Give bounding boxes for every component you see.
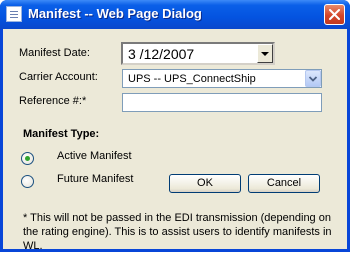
close-button[interactable] [324, 4, 345, 25]
title-bar[interactable]: Manifest -- Web Page Dialog [0, 0, 350, 29]
reference-label: Reference #:* [19, 95, 87, 107]
carrier-account-select[interactable]: UPS -- UPS_ConnectShip [122, 69, 322, 88]
active-manifest-radio[interactable] [21, 152, 34, 165]
carrier-account-label: Carrier Account: [19, 71, 98, 83]
manifest-date-label: Manifest Date: [19, 47, 90, 59]
future-manifest-label: Future Manifest [57, 173, 134, 185]
window-title: Manifest -- Web Page Dialog [28, 6, 202, 21]
reference-input[interactable] [122, 93, 322, 112]
carrier-dropdown-button[interactable] [305, 70, 321, 87]
dialog-body: Manifest Date: 3 /12/2007 Carrier Accoun… [3, 29, 347, 252]
date-dropdown-button[interactable] [257, 44, 273, 63]
chevron-down-icon [261, 52, 269, 56]
carrier-account-value: UPS -- UPS_ConnectShip [128, 72, 256, 85]
close-icon [329, 9, 340, 20]
ok-button[interactable]: OK [169, 174, 241, 193]
active-manifest-label: Active Manifest [57, 150, 132, 162]
manifest-date-picker[interactable]: 3 /12/2007 [121, 42, 275, 65]
chevron-down-icon [308, 76, 318, 82]
manifest-type-heading: Manifest Type: [23, 128, 100, 140]
footnote: * This will not be passed in the EDI tra… [23, 212, 332, 252]
manifest-date-value: 3 /12/2007 [128, 45, 195, 62]
future-manifest-radio[interactable] [21, 175, 34, 188]
app-page-icon [6, 6, 22, 22]
dialog-window: Manifest -- Web Page Dialog Manifest Dat… [0, 0, 350, 252]
cancel-button[interactable]: Cancel [248, 174, 320, 193]
